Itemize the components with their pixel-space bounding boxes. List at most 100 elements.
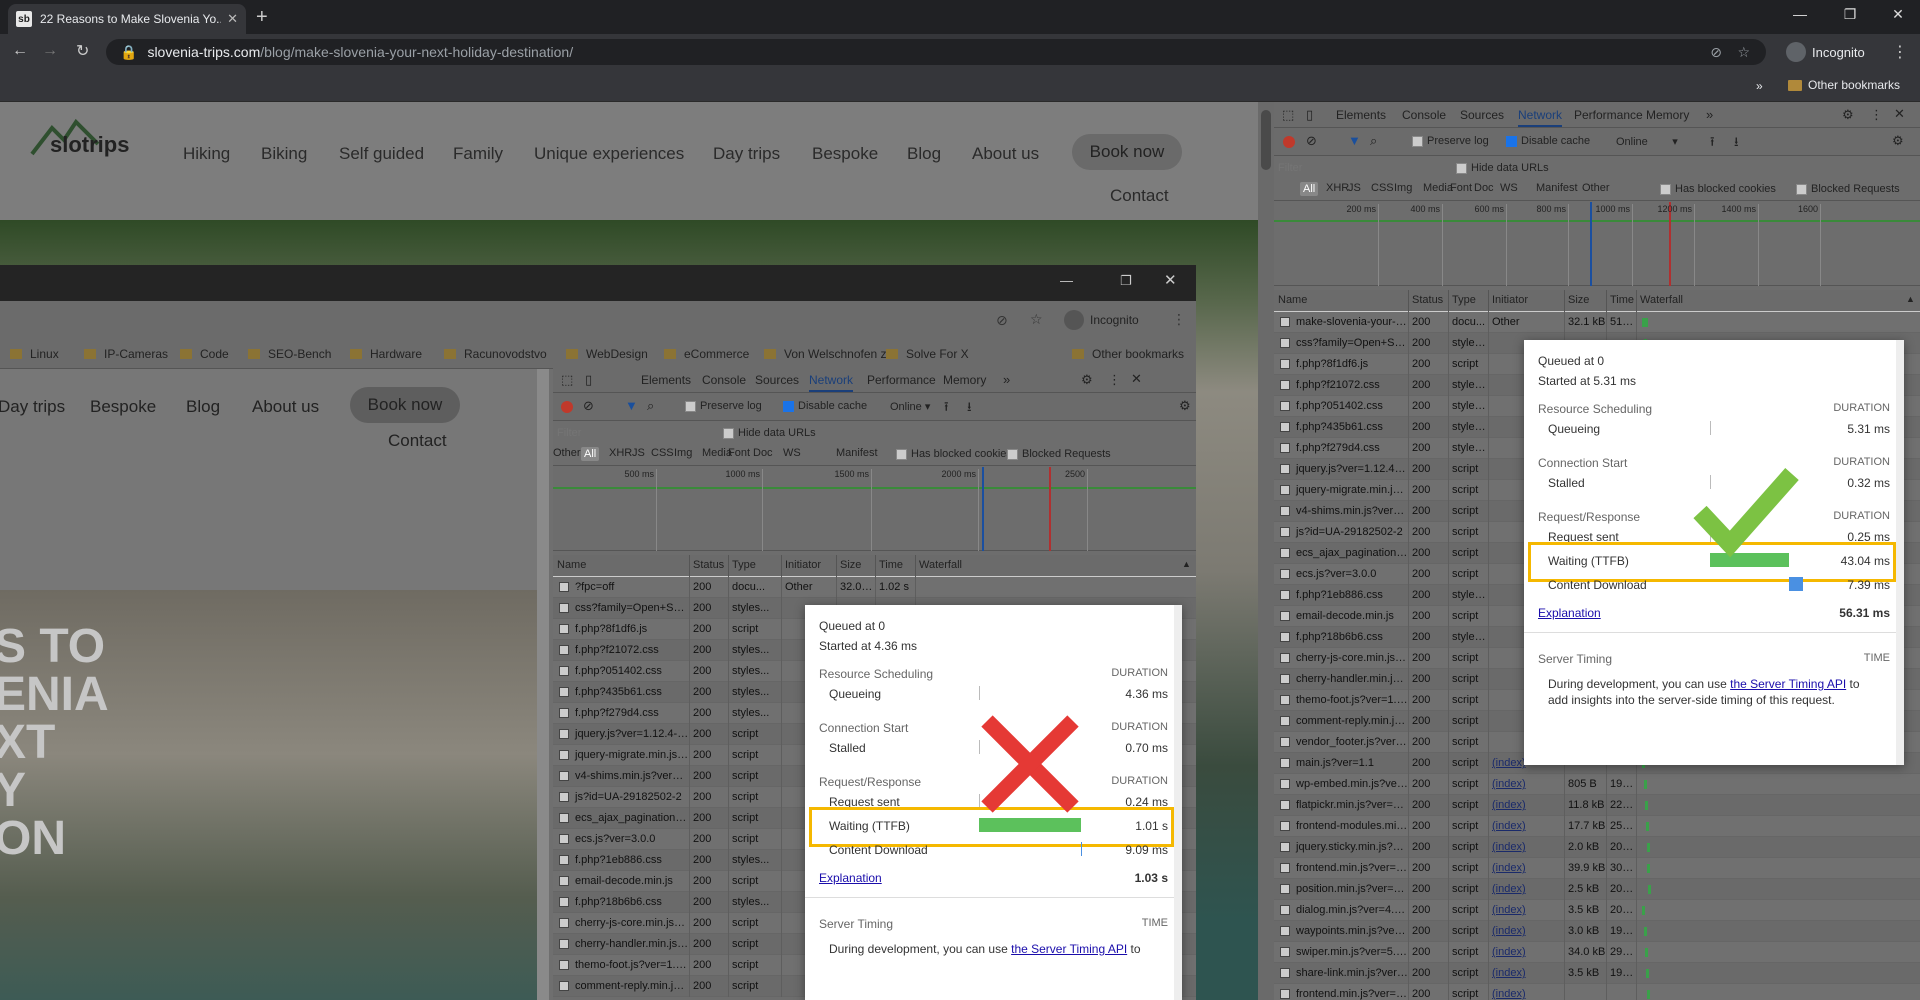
- inner-other-bookmarks[interactable]: Other bookmarks: [1072, 347, 1184, 361]
- rdt-col-size[interactable]: Size: [1568, 294, 1589, 306]
- ldt-type-font[interactable]: Font: [728, 447, 750, 459]
- rdt-tab-elements[interactable]: Elements: [1336, 108, 1386, 122]
- rdt-request-row[interactable]: flatpickr.min.js?ver=4.1.4 200 script (inde…: [1274, 795, 1920, 816]
- ldt-tab-console[interactable]: Console: [702, 373, 746, 387]
- right-record-icon[interactable]: [1283, 136, 1295, 148]
- left-filter-input[interactable]: [557, 424, 717, 442]
- inner-nav-bespoke[interactable]: Bespoke: [90, 397, 156, 417]
- ldt-col-status[interactable]: Status: [693, 559, 724, 571]
- inner-nav-blog[interactable]: Blog: [186, 397, 220, 417]
- inner-close-icon[interactable]: ✕: [1164, 271, 1177, 289]
- nav-day-trips[interactable]: Day trips: [713, 144, 780, 164]
- reload-icon[interactable]: ↻: [76, 41, 89, 61]
- left-has-blocked-cookies[interactable]: Has blocked cookies: [896, 448, 1012, 460]
- inner-bookmark-item[interactable]: Solve For X: [886, 347, 969, 361]
- nav-blog[interactable]: Blog: [907, 144, 941, 164]
- inner-eye-off-icon[interactable]: ⊘: [996, 312, 1008, 329]
- ldt-tab-sources[interactable]: Sources: [755, 373, 799, 387]
- left-network-settings-icon[interactable]: ⚙: [1179, 398, 1191, 414]
- lpop-server-timing-api-link[interactable]: the Server Timing API: [1011, 942, 1127, 956]
- forward-icon[interactable]: →: [42, 42, 58, 60]
- rdt-cell-initiator[interactable]: (index): [1488, 925, 1564, 937]
- rdt-request-row[interactable]: frontend.min.js?ver=3.0... 200 script (inde…: [1274, 984, 1920, 1000]
- rdt-request-row[interactable]: make-slovenia-your-ne... 200 docu... Other 3…: [1274, 312, 1920, 333]
- rdt-col-waterfall[interactable]: Waterfall: [1640, 294, 1683, 306]
- left-search-icon[interactable]: ⌕: [647, 398, 654, 414]
- rdt-type-js[interactable]: JS: [1348, 182, 1361, 194]
- rdt-col-name[interactable]: Name: [1278, 294, 1307, 306]
- rdt-col-status[interactable]: Status: [1412, 294, 1443, 306]
- ldt-sort-icon[interactable]: ▲: [1182, 559, 1191, 569]
- rdt-type-media[interactable]: Media: [1423, 182, 1453, 194]
- left-more-icon[interactable]: ⋮: [1108, 372, 1121, 388]
- ldt-type-all[interactable]: All: [581, 447, 600, 461]
- rdt-request-row[interactable]: dialog.min.js?ver=4.8.1 200 script (index) 3…: [1274, 900, 1920, 921]
- rdt-cell-initiator[interactable]: (index): [1488, 862, 1564, 874]
- ldt-tab-performance[interactable]: Performance: [867, 373, 936, 387]
- ldt-col-initiator[interactable]: Initiator: [785, 559, 821, 571]
- restore-icon[interactable]: ❐: [1830, 6, 1870, 23]
- right-import-icon[interactable]: ⭱: [1710, 133, 1715, 155]
- rdt-cell-initiator[interactable]: (index): [1488, 820, 1564, 832]
- inner-menu-icon[interactable]: ⋮: [1172, 311, 1186, 328]
- other-bookmarks[interactable]: Other bookmarks: [1788, 78, 1900, 92]
- rdt-col-type[interactable]: Type: [1452, 294, 1476, 306]
- rdt-request-row[interactable]: jquery.sticky.min.js?ver=... 200 script (in…: [1274, 837, 1920, 858]
- right-network-settings-icon[interactable]: ⚙: [1892, 133, 1904, 149]
- left-inspect-icon[interactable]: ⬚: [561, 372, 573, 388]
- rdt-type-manifest[interactable]: Manifest: [1536, 182, 1578, 194]
- left-filter-icon[interactable]: ▼: [625, 398, 638, 413]
- star-icon[interactable]: ☆: [1737, 44, 1750, 61]
- right-inspect-icon[interactable]: ⬚: [1282, 107, 1294, 123]
- nav-bespoke[interactable]: Bespoke: [812, 144, 878, 164]
- ldt-more-tabs-icon[interactable]: »: [1003, 372, 1010, 387]
- ldt-type-manifest[interactable]: Manifest: [836, 447, 878, 459]
- rdt-request-row[interactable]: share-link.min.js?ver=3.... 200 script (ind…: [1274, 963, 1920, 984]
- ldt-col-name[interactable]: Name: [557, 559, 586, 571]
- rdt-col-initiator[interactable]: Initiator: [1492, 294, 1528, 306]
- ldt-type-css[interactable]: CSS: [651, 447, 674, 459]
- rdt-cell-initiator[interactable]: (index): [1488, 778, 1564, 790]
- left-hide-data-urls[interactable]: Hide data URLs: [723, 427, 816, 439]
- browser-tab[interactable]: sb 22 Reasons to Make Slovenia Yo... ✕: [8, 4, 246, 34]
- site-scrollbar[interactable]: [1258, 102, 1274, 1000]
- right-blocked-requests[interactable]: Blocked Requests: [1796, 183, 1900, 195]
- right-close-devtools-icon[interactable]: ✕: [1894, 106, 1905, 122]
- left-close-devtools-icon[interactable]: ✕: [1131, 371, 1142, 387]
- right-filter-icon[interactable]: ▼: [1348, 133, 1361, 148]
- right-search-icon[interactable]: ⌕: [1370, 133, 1377, 149]
- rdt-request-row[interactable]: frontend-modules.min.js... 200 script (inde…: [1274, 816, 1920, 837]
- rdt-cell-initiator[interactable]: (index): [1488, 799, 1564, 811]
- ldt-type-img[interactable]: Img: [674, 447, 692, 459]
- rdt-col-time[interactable]: Time: [1610, 294, 1634, 306]
- inner-bookmark-item[interactable]: Racunovodstvo: [444, 347, 547, 361]
- right-has-blocked-cookies[interactable]: Has blocked cookies: [1660, 183, 1776, 195]
- rdt-type-xhr[interactable]: XHR: [1326, 182, 1349, 194]
- rdt-cell-initiator[interactable]: (index): [1488, 841, 1564, 853]
- minimize-icon[interactable]: —: [1780, 6, 1820, 22]
- rdt-tab-sources[interactable]: Sources: [1460, 108, 1504, 122]
- rdt-request-row[interactable]: wp-embed.min.js?ver=5... 200 script (index)…: [1274, 774, 1920, 795]
- rdt-tab-performance[interactable]: Performance: [1574, 108, 1643, 122]
- inner-bookmark-item[interactable]: SEO-Bench: [248, 347, 331, 361]
- rdt-tab-network[interactable]: Network: [1518, 108, 1563, 127]
- site-logo[interactable]: slotrips: [50, 132, 129, 158]
- inner-bookmark-item[interactable]: IP-Cameras: [84, 347, 168, 361]
- menu-icon[interactable]: ⋮: [1892, 42, 1908, 62]
- rdt-tab-memory[interactable]: Memory: [1646, 108, 1689, 122]
- inner-book-now-button[interactable]: Book now: [350, 387, 460, 423]
- inner-bookmark-item[interactable]: WebDesign: [566, 347, 648, 361]
- inner-nav-about-us[interactable]: About us: [252, 397, 319, 417]
- ldt-type-other[interactable]: Other: [553, 447, 581, 459]
- ldt-request-row[interactable]: ?fpc=off 200 docu... Other 32.0 kB 1.02 s: [553, 577, 1196, 598]
- inner-bookmark-item[interactable]: Code: [180, 347, 229, 361]
- rdt-type-css[interactable]: CSS: [1371, 182, 1394, 194]
- nav-contact[interactable]: Contact: [1110, 186, 1169, 206]
- right-hide-data-urls[interactable]: Hide data URLs: [1456, 162, 1549, 174]
- inner-bookmark-item[interactable]: Linux: [10, 347, 59, 361]
- ldt-tab-memory[interactable]: Memory: [943, 373, 986, 387]
- rdt-cell-initiator[interactable]: (index): [1488, 946, 1564, 958]
- close-window-icon[interactable]: ✕: [1878, 6, 1918, 23]
- inner-bookmark-item[interactable]: Von Welschnofen z...: [764, 347, 897, 361]
- rdt-type-other[interactable]: Other: [1582, 182, 1610, 194]
